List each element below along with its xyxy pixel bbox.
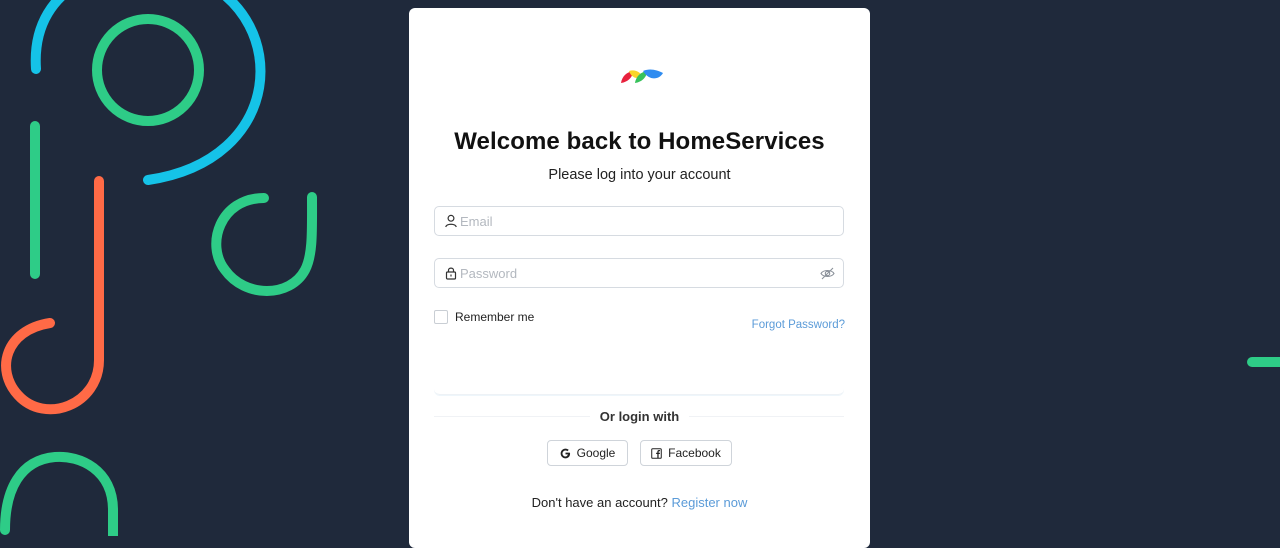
register-prompt-text: Don't have an account? <box>531 495 668 510</box>
remember-me-label: Remember me <box>455 310 535 324</box>
facebook-button-label: Facebook <box>668 446 721 460</box>
remember-me-option[interactable]: Remember me <box>434 309 534 325</box>
homeservices-logo <box>621 69 663 83</box>
lock-icon <box>445 267 457 280</box>
password-input[interactable] <box>460 259 810 287</box>
divider-text: Or login with <box>589 409 690 424</box>
facebook-icon <box>651 447 662 459</box>
register-prompt: Don't have an account? Register now <box>409 495 870 510</box>
password-field-wrapper <box>434 258 844 288</box>
user-icon <box>445 214 457 228</box>
eye-off-icon[interactable] <box>820 266 835 281</box>
google-icon <box>560 448 570 458</box>
facebook-login-button[interactable]: Facebook <box>640 440 732 466</box>
email-input[interactable] <box>460 207 810 235</box>
email-field-wrapper <box>434 206 844 236</box>
page-title: Welcome back to HomeServices <box>454 128 825 155</box>
login-card: Welcome back to HomeServices Please log … <box>409 8 870 548</box>
page-subtitle: Please log into your account <box>548 167 731 183</box>
register-now-link[interactable]: Register now <box>671 495 747 510</box>
submit-area <box>434 356 844 395</box>
google-login-button[interactable]: Google <box>547 440 628 466</box>
google-button-label: Google <box>576 446 616 460</box>
divider-label: Or login with <box>409 409 870 424</box>
remember-me-checkbox[interactable] <box>434 310 448 324</box>
forgot-password-link[interactable]: Forgot Password? <box>752 319 845 331</box>
